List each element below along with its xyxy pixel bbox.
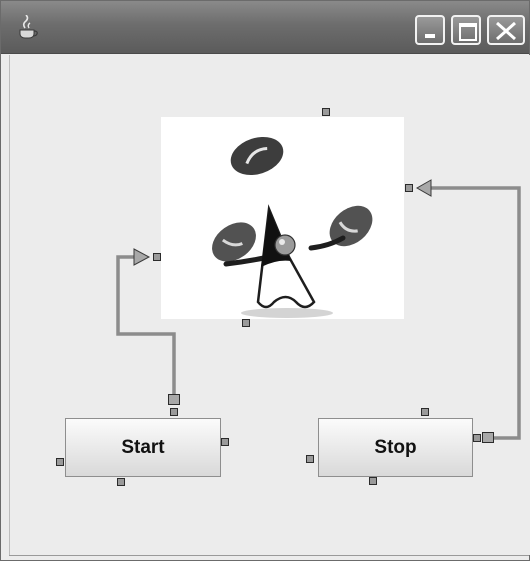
duke-juggling-image bbox=[212, 136, 373, 318]
start-handle-right[interactable] bbox=[221, 438, 229, 446]
start-connector-endpoint[interactable] bbox=[168, 394, 180, 405]
stop-handle-right[interactable] bbox=[473, 434, 481, 442]
image-handle-top[interactable] bbox=[322, 108, 330, 116]
stop-handle-bottom[interactable] bbox=[369, 477, 377, 485]
start-handle-left[interactable] bbox=[56, 458, 64, 466]
image-handle-left[interactable] bbox=[153, 253, 161, 261]
application-window: Start Stop bbox=[0, 0, 530, 561]
start-handle-bottom[interactable] bbox=[117, 478, 125, 486]
stop-button-label: Stop bbox=[374, 436, 417, 458]
bean-icon bbox=[230, 136, 284, 176]
image-handle-right[interactable] bbox=[405, 184, 413, 192]
stop-handle-top[interactable] bbox=[421, 408, 429, 416]
stop-button[interactable]: Stop bbox=[318, 418, 473, 477]
start-button[interactable]: Start bbox=[65, 418, 221, 477]
duke-image-panel[interactable] bbox=[161, 117, 404, 319]
start-button-label: Start bbox=[121, 436, 165, 458]
stop-handle-left[interactable] bbox=[306, 455, 314, 463]
stop-to-image-connector[interactable] bbox=[415, 179, 521, 440]
stop-connector-endpoint[interactable] bbox=[482, 432, 494, 443]
image-handle-bottom[interactable] bbox=[242, 319, 250, 327]
start-handle-top[interactable] bbox=[170, 408, 178, 416]
